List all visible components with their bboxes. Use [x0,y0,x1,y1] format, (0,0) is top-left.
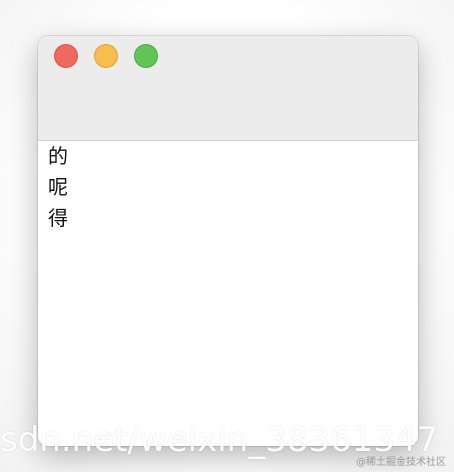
zoom-button[interactable] [134,44,158,68]
window-titlebar[interactable] [38,36,418,141]
text-line: 的 [48,144,68,168]
app-window: 的 呢 得 [38,36,418,446]
text-line: 得 [48,206,68,230]
minimize-button[interactable] [94,44,118,68]
text-line: 呢 [48,175,68,199]
close-button[interactable] [54,44,78,68]
text-content-area[interactable]: 的 呢 得 [38,141,418,446]
